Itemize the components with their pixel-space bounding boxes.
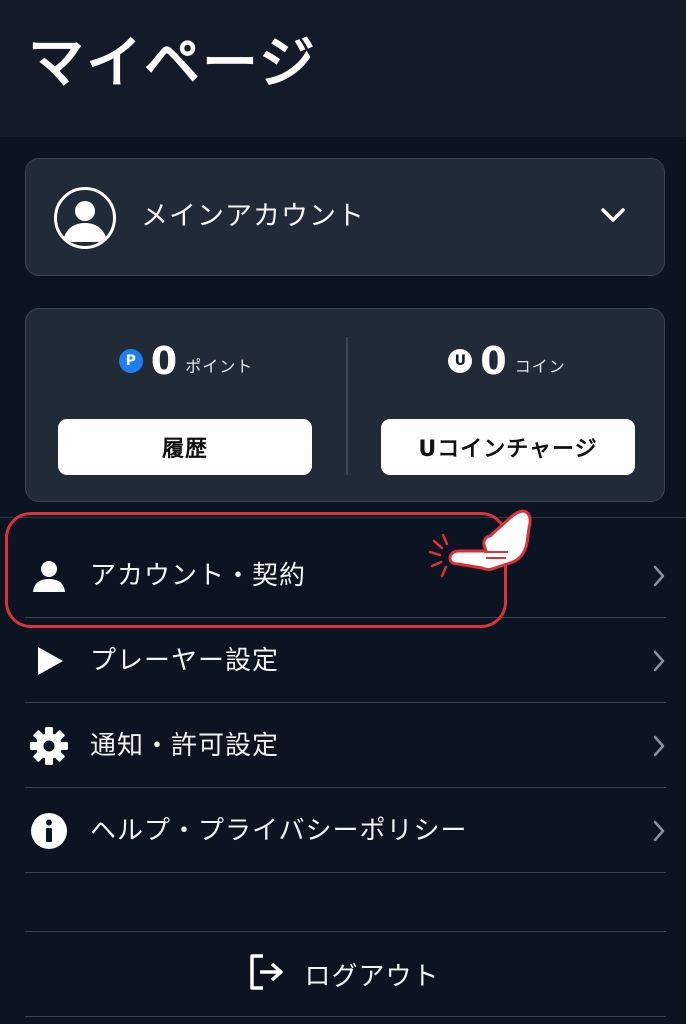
logout-label: ログアウト — [304, 961, 440, 992]
history-button[interactable]: 履歴 — [58, 419, 312, 475]
menu-label: 通知・許可設定 — [90, 731, 280, 761]
divider — [25, 1016, 666, 1017]
account-name: メインアカウント — [141, 201, 365, 232]
points-unit: ポイント — [185, 357, 254, 376]
avatar-icon — [54, 187, 116, 249]
u-coin-charge-button[interactable]: Uコインチャージ — [381, 419, 635, 475]
gear-icon — [29, 726, 69, 766]
points-value: 0 — [150, 339, 178, 383]
menu-item-help-privacy[interactable]: ヘルプ・プライバシーポリシー — [25, 789, 666, 873]
logout-icon — [246, 952, 286, 996]
menu-label: プレーヤー設定 — [90, 646, 280, 676]
play-icon — [29, 641, 69, 681]
chevron-right-icon — [652, 819, 666, 847]
u-coin-icon: U — [448, 349, 473, 373]
info-icon — [29, 811, 69, 851]
coins-section: U 0 コイン Uコインチャージ — [347, 309, 667, 503]
chevron-right-icon — [652, 649, 666, 677]
logout-button[interactable]: ログアウト — [0, 932, 686, 1016]
chevron-right-icon — [652, 734, 666, 762]
page-title: マイページ — [28, 31, 317, 96]
menu-label: ヘルプ・プライバシーポリシー — [90, 816, 468, 846]
pointing-hand-icon — [426, 498, 536, 582]
menu-item-player-settings[interactable]: プレーヤー設定 — [25, 619, 666, 703]
menu-item-notification-settings[interactable]: 通知・許可設定 — [25, 704, 666, 788]
header: マイページ — [0, 0, 686, 137]
account-selector[interactable]: メインアカウント — [25, 158, 665, 276]
points-section: P 0 ポイント 履歴 — [26, 309, 346, 503]
coins-value: 0 — [480, 339, 507, 383]
chevron-right-icon — [652, 564, 666, 592]
chevron-down-icon[interactable] — [600, 206, 626, 228]
point-coin-icon: P — [118, 349, 143, 373]
balance-card: P 0 ポイント 履歴 U 0 コイン Uコインチャージ — [25, 308, 665, 502]
coins-unit: コイン — [514, 357, 566, 376]
